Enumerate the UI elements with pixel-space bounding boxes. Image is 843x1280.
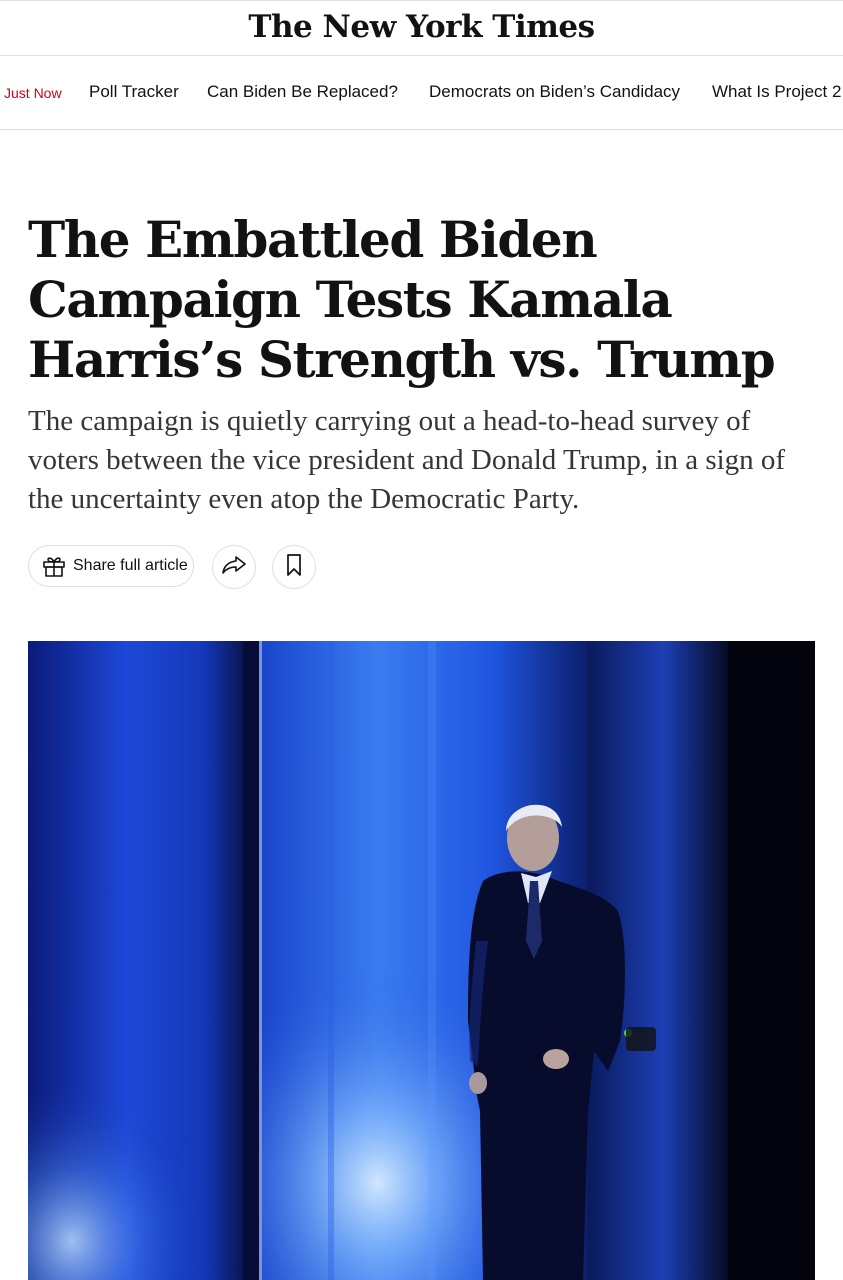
bookmark-button[interactable] — [272, 545, 316, 589]
lead-photo-illustration — [28, 641, 815, 1280]
nav-item-can-biden-be-replaced[interactable]: Can Biden Be Replaced? — [207, 82, 398, 102]
article-headline: The Embattled Biden Campaign Tests Kamal… — [28, 210, 776, 389]
lead-photo — [28, 641, 815, 1280]
nav-item-democrats-on-bidens-candidacy[interactable]: Democrats on Biden’s Candidacy — [429, 82, 680, 102]
share-button[interactable] — [212, 545, 256, 589]
nav-item-just-now[interactable]: Just Now — [4, 85, 62, 101]
gift-icon — [41, 553, 67, 579]
share-full-article-label: Share full article — [73, 557, 188, 574]
share-full-article-button[interactable]: Share full article — [28, 545, 194, 587]
article-summary: The campaign is quietly carrying out a h… — [28, 405, 786, 515]
bookmark-icon — [285, 553, 303, 582]
nyt-logo[interactable]: The New York Times — [0, 9, 843, 45]
nav-item-project-2025[interactable]: What Is Project 2 — [712, 82, 841, 102]
nav-item-poll-tracker[interactable]: Poll Tracker — [89, 82, 179, 102]
masthead: The New York Times — [0, 0, 843, 56]
share-arrow-icon — [221, 554, 247, 581]
topic-nav: Just Now Poll Tracker Can Biden Be Repla… — [0, 56, 843, 130]
